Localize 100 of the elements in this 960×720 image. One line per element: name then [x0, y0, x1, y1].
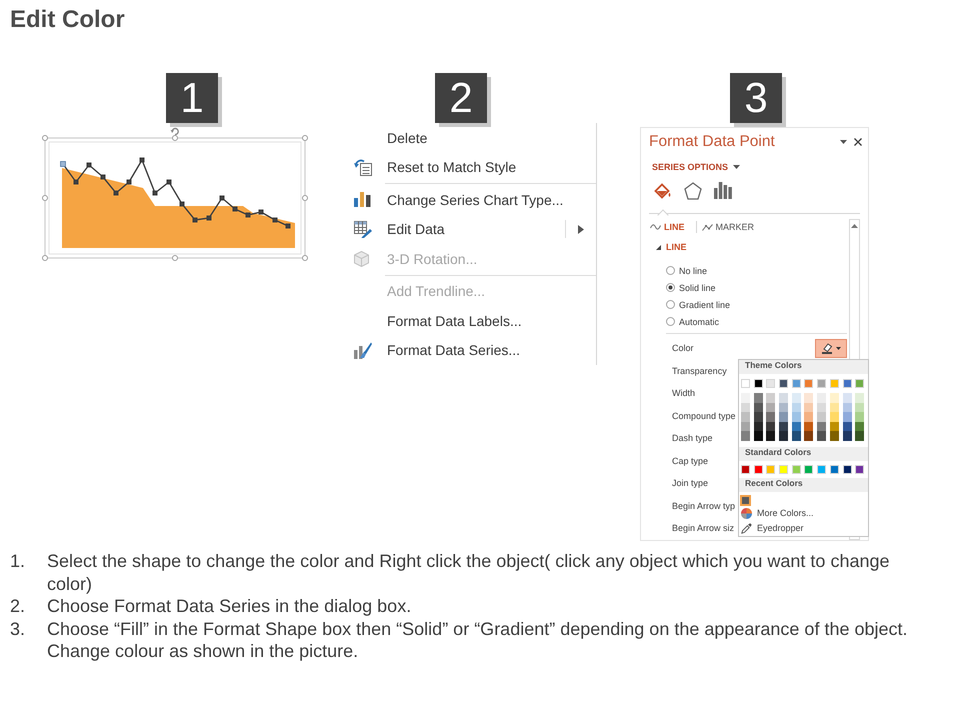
color-swatch-icon[interactable] — [766, 393, 776, 403]
color-swatch-icon[interactable] — [817, 379, 826, 388]
color-swatch-icon[interactable] — [817, 402, 826, 412]
color-swatch-icon[interactable] — [740, 494, 751, 506]
resize-handle[interactable] — [302, 255, 308, 261]
color-swatch-icon[interactable] — [804, 464, 814, 474]
color-swatch-icon[interactable] — [804, 379, 814, 388]
color-swatch-icon[interactable] — [817, 422, 826, 432]
radio-button[interactable] — [666, 283, 675, 292]
menu-item[interactable]: Format Data Series... — [350, 336, 596, 365]
color-swatch-icon[interactable] — [804, 402, 814, 412]
color-swatch-icon[interactable] — [842, 431, 852, 441]
radio-label[interactable]: Automatic — [679, 316, 720, 326]
color-swatch-icon[interactable] — [741, 464, 750, 474]
color-swatch-icon[interactable] — [766, 379, 776, 388]
color-swatch-icon[interactable] — [855, 412, 864, 422]
color-swatch-icon[interactable] — [817, 393, 826, 403]
series-options-dropdown[interactable]: SERIES OPTIONS — [652, 160, 740, 174]
color-swatch-icon[interactable] — [842, 393, 852, 403]
close-icon[interactable] — [854, 138, 862, 146]
color-swatch-icon[interactable] — [754, 379, 763, 388]
color-swatch-icon[interactable] — [855, 402, 864, 412]
color-swatch-icon[interactable] — [842, 402, 852, 412]
color-swatch-icon[interactable] — [842, 422, 852, 432]
color-swatch-icon[interactable] — [830, 422, 839, 432]
color-swatch-icon[interactable] — [741, 422, 750, 432]
dropdown-caret-icon[interactable] — [840, 140, 847, 144]
color-swatch-icon[interactable] — [766, 431, 776, 441]
color-swatch-icon[interactable] — [779, 402, 788, 412]
pentagon-icon[interactable] — [684, 182, 702, 200]
menu-item[interactable]: Reset to Match Style — [350, 152, 596, 182]
pane-subtab[interactable]: MARKER — [702, 222, 754, 232]
color-swatch-icon[interactable] — [741, 412, 750, 422]
color-swatch-icon[interactable] — [830, 393, 839, 403]
color-swatch-icon[interactable] — [817, 412, 826, 422]
color-swatch-icon[interactable] — [754, 412, 763, 422]
menu-item[interactable]: Change Series Chart Type... — [350, 185, 596, 214]
rotate-handle-icon[interactable] — [170, 128, 179, 136]
pane-subtab[interactable]: LINE — [650, 222, 685, 232]
resize-handle[interactable] — [302, 135, 308, 141]
color-swatch-icon[interactable] — [792, 464, 801, 474]
color-swatch-icon[interactable] — [830, 412, 839, 422]
color-swatch-icon[interactable] — [804, 393, 814, 403]
color-swatch-icon[interactable] — [842, 379, 852, 388]
color-swatch-icon[interactable] — [842, 412, 852, 422]
color-swatch-icon[interactable] — [779, 464, 788, 474]
color-swatch-icon[interactable] — [792, 422, 801, 432]
color-swatch-icon[interactable] — [754, 431, 763, 441]
resize-handle[interactable] — [172, 135, 178, 141]
dropdown-item[interactable]: More Colors... — [739, 506, 868, 521]
color-swatch-icon[interactable] — [741, 379, 750, 388]
color-swatch-icon[interactable] — [779, 412, 788, 422]
color-picker-button[interactable] — [815, 338, 847, 358]
color-swatch-icon[interactable] — [804, 412, 814, 422]
paint-bucket-icon[interactable] — [654, 182, 672, 200]
color-swatch-icon[interactable] — [741, 402, 750, 412]
color-swatch-icon[interactable] — [779, 431, 788, 441]
color-swatch-icon[interactable] — [741, 431, 750, 441]
color-swatch-icon[interactable] — [855, 393, 864, 403]
color-swatch-icon[interactable] — [855, 379, 864, 388]
color-swatch-icon[interactable] — [754, 464, 763, 474]
menu-item[interactable]: Edit Data — [350, 214, 596, 244]
radio-button[interactable] — [666, 300, 675, 309]
color-swatch-icon[interactable] — [779, 422, 788, 432]
color-swatch-icon[interactable] — [766, 412, 776, 422]
color-swatch-icon[interactable] — [766, 402, 776, 412]
color-swatch-icon[interactable] — [792, 402, 801, 412]
bar-chart-icon[interactable] — [714, 182, 732, 199]
color-swatch-icon[interactable] — [830, 431, 839, 441]
color-swatch-icon[interactable] — [855, 422, 864, 432]
color-swatch-icon[interactable] — [766, 422, 776, 432]
color-swatch-icon[interactable] — [842, 464, 852, 474]
color-swatch-icon[interactable] — [779, 379, 788, 388]
radio-button[interactable] — [666, 317, 675, 326]
color-swatch-icon[interactable] — [754, 422, 763, 432]
resize-handle[interactable] — [42, 135, 48, 141]
color-swatch-icon[interactable] — [792, 431, 801, 441]
color-swatch-icon[interactable] — [830, 379, 839, 388]
menu-item[interactable]: Format Data Labels... — [350, 306, 596, 336]
resize-handle[interactable] — [42, 255, 48, 261]
color-swatch-icon[interactable] — [741, 393, 750, 403]
color-swatch-icon[interactable] — [792, 412, 801, 422]
color-swatch-icon[interactable] — [855, 431, 864, 441]
dropdown-item[interactable]: Eyedropper — [739, 520, 868, 536]
color-swatch-icon[interactable] — [804, 422, 814, 432]
color-swatch-icon[interactable] — [855, 464, 864, 474]
color-swatch-icon[interactable] — [804, 431, 814, 441]
radio-label[interactable]: Solid line — [679, 282, 716, 292]
color-swatch-icon[interactable] — [830, 402, 839, 412]
radio-label[interactable]: No line — [679, 266, 708, 276]
resize-handle[interactable] — [42, 195, 48, 201]
color-swatch-icon[interactable] — [754, 402, 763, 412]
section-header[interactable]: LINE — [644, 239, 687, 255]
color-swatch-icon[interactable] — [779, 393, 788, 403]
radio-label[interactable]: Gradient line — [679, 300, 730, 310]
color-swatch-icon[interactable] — [817, 431, 826, 441]
resize-handle[interactable] — [172, 255, 178, 261]
color-swatch-icon[interactable] — [792, 379, 801, 388]
color-swatch-icon[interactable] — [766, 464, 776, 474]
color-swatch-icon[interactable] — [830, 464, 839, 474]
